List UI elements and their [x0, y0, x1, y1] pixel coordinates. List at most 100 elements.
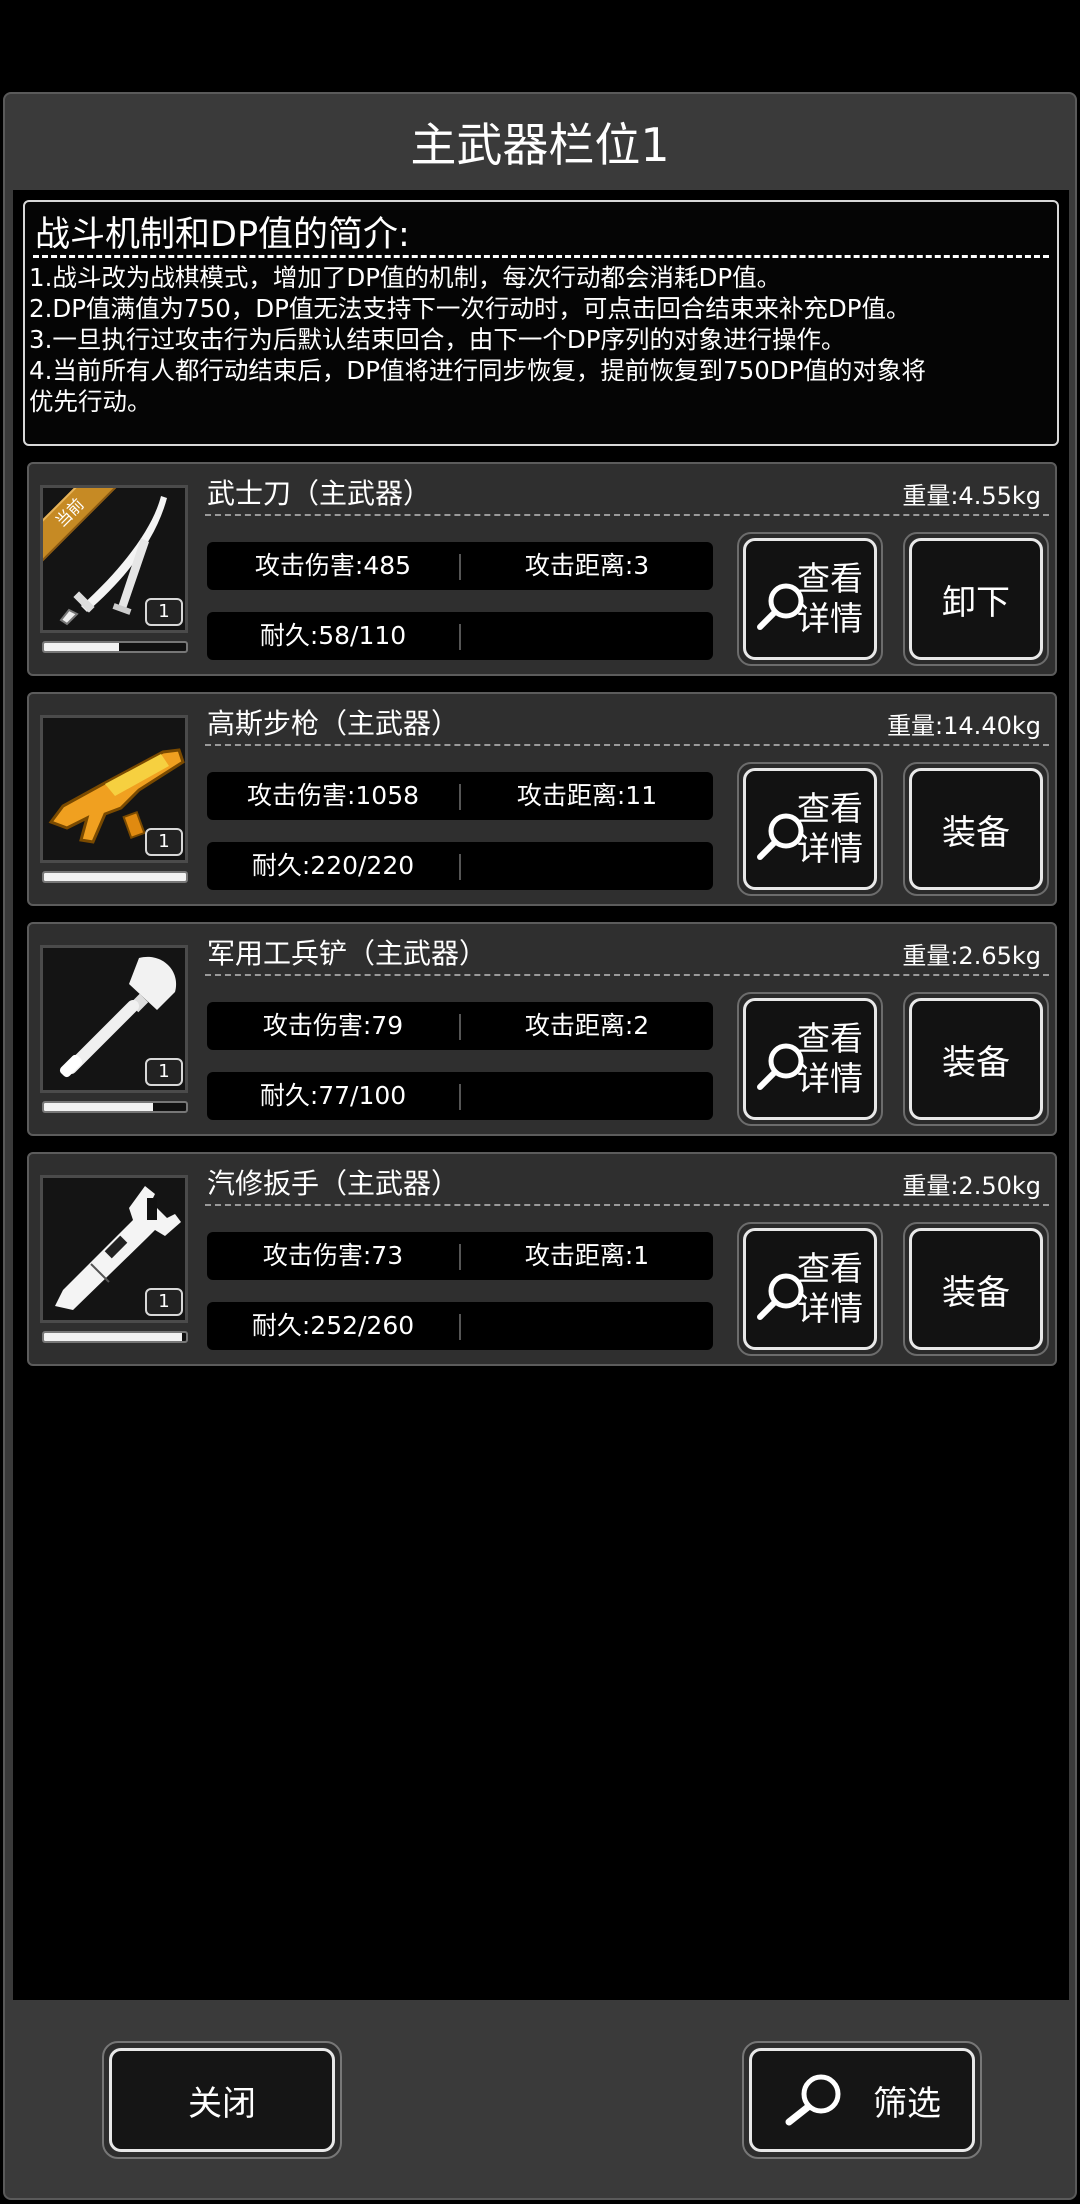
- panel-content: 战斗机制和DP值的简介: 1.战斗改为战棋模式，增加了DP值的机制，每次行动都会…: [13, 190, 1069, 2000]
- attack-range: 攻击距离:3: [524, 551, 650, 580]
- attack-damage: 攻击伤害:1058: [246, 781, 420, 810]
- view-details-button[interactable]: 查看 详情: [737, 762, 883, 896]
- attack-range: 攻击距离:11: [516, 781, 658, 810]
- quantity-badge: 1: [145, 1058, 183, 1086]
- weapon-thumbnail[interactable]: 1: [40, 1175, 188, 1323]
- durability-bar: [42, 641, 188, 653]
- stat-separator: [459, 854, 461, 880]
- weapon-name: 汽修扳手（主武器）: [207, 1167, 460, 1200]
- weapon-weight: 重量:2.65kg: [902, 942, 1041, 970]
- weapon-divider: [205, 744, 1049, 746]
- equip-inner[interactable]: 装备: [909, 768, 1043, 890]
- durability-bar: [42, 1331, 188, 1343]
- durability-value: 耐久:252/260: [251, 1311, 415, 1340]
- magnifier-icon: [757, 1043, 804, 1090]
- weapon-card: 1 高斯步枪（主武器） 重量:14.40kg 攻击伤害:1058 攻击距离:11…: [27, 692, 1057, 906]
- equip-button[interactable]: 装备: [903, 762, 1049, 896]
- stat-row-durability: 耐久:252/260: [207, 1302, 713, 1350]
- weapon-thumbnail[interactable]: 1: [40, 715, 188, 863]
- view-details-label-line1: 查看: [797, 1019, 863, 1058]
- view-details-inner[interactable]: 查看 详情: [743, 538, 877, 660]
- weapon-name: 高斯步枪（主武器）: [207, 707, 460, 740]
- info-heading: 战斗机制和DP值的简介:: [35, 215, 410, 255]
- weapon-divider: [205, 514, 1049, 516]
- magnifier-icon: [785, 2074, 841, 2126]
- weapon-slot-panel: 主武器栏位1 战斗机制和DP值的简介: 1.战斗改为战棋模式，增加了DP值的机制…: [3, 92, 1077, 2200]
- view-details-inner[interactable]: 查看 详情: [743, 1228, 877, 1350]
- view-details-label: 查看 详情: [797, 1249, 863, 1329]
- view-details-button[interactable]: 查看 详情: [737, 992, 883, 1126]
- weapon-card: 1 军用工兵铲（主武器） 重量:2.65kg 攻击伤害:79 攻击距离:2 耐久…: [27, 922, 1057, 1136]
- magnifier-icon: [757, 583, 804, 630]
- durability-fill: [44, 1333, 182, 1341]
- filter-button-inner[interactable]: 筛选: [749, 2048, 975, 2152]
- attack-damage: 攻击伤害:73: [262, 1241, 404, 1270]
- close-label: 关闭: [188, 2083, 256, 2124]
- durability-bar: [42, 1101, 188, 1113]
- view-details-button[interactable]: 查看 详情: [737, 532, 883, 666]
- weapon-list[interactable]: 当前 1 武士刀（主武器） 重量:4.55kg 攻击伤害:485 攻击距离:3 …: [13, 460, 1069, 2000]
- stat-separator: [459, 1084, 461, 1110]
- weapon-weight: 重量:14.40kg: [887, 712, 1041, 740]
- info-line: 1.战斗改为战棋模式，增加了DP值的机制，每次行动都会消耗DP值。: [29, 263, 782, 292]
- view-details-label: 查看 详情: [797, 559, 863, 639]
- magnifier-icon: [757, 813, 804, 860]
- view-details-inner[interactable]: 查看 详情: [743, 768, 877, 890]
- weapon-weight: 重量:2.50kg: [902, 1172, 1041, 1200]
- filter-label: 筛选: [873, 2083, 941, 2124]
- view-details-label-line2: 详情: [797, 1059, 863, 1098]
- weapon-thumbnail[interactable]: 1: [40, 945, 188, 1093]
- durability-fill: [44, 643, 119, 651]
- stat-row-attack: 攻击伤害:79 攻击距离:2: [207, 1002, 713, 1050]
- info-line: 优先行动。: [29, 387, 152, 416]
- unequip-label: 卸下: [942, 582, 1010, 623]
- view-details-label-line1: 查看: [797, 789, 863, 828]
- quantity-badge: 1: [145, 598, 183, 626]
- stat-row-attack: 攻击伤害:73 攻击距离:1: [207, 1232, 713, 1280]
- weapon-thumbnail[interactable]: 当前 1: [40, 485, 188, 633]
- stat-row-attack: 攻击伤害:485 攻击距离:3: [207, 542, 713, 590]
- close-button-inner[interactable]: 关闭: [109, 2048, 335, 2152]
- quantity-badge: 1: [145, 828, 183, 856]
- attack-damage: 攻击伤害:79: [262, 1011, 404, 1040]
- close-button[interactable]: 关闭: [102, 2041, 342, 2159]
- unequip-button[interactable]: 卸下: [903, 532, 1049, 666]
- attack-range: 攻击距离:1: [524, 1241, 650, 1270]
- weapon-name: 武士刀（主武器）: [207, 477, 432, 510]
- info-box: 战斗机制和DP值的简介: 1.战斗改为战棋模式，增加了DP值的机制，每次行动都会…: [23, 200, 1059, 446]
- equip-inner[interactable]: 装备: [909, 1228, 1043, 1350]
- equip-inner[interactable]: 装备: [909, 998, 1043, 1120]
- equip-button[interactable]: 装备: [903, 1222, 1049, 1356]
- magnifier-icon: [757, 1273, 804, 1320]
- durability-bar: [42, 871, 188, 883]
- stat-row-durability: 耐久:58/110: [207, 612, 713, 660]
- view-details-label-line2: 详情: [797, 1289, 863, 1328]
- attack-damage: 攻击伤害:485: [254, 551, 412, 580]
- weapon-divider: [205, 974, 1049, 976]
- unequip-inner[interactable]: 卸下: [909, 538, 1043, 660]
- panel-title: 主武器栏位1: [410, 118, 670, 172]
- durability-fill: [44, 873, 186, 881]
- view-details-label: 查看 详情: [797, 1019, 863, 1099]
- view-details-button[interactable]: 查看 详情: [737, 1222, 883, 1356]
- stat-row-attack: 攻击伤害:1058 攻击距离:11: [207, 772, 713, 820]
- weapon-weight: 重量:4.55kg: [902, 482, 1041, 510]
- equip-label: 装备: [942, 1272, 1010, 1313]
- filter-button[interactable]: 筛选: [742, 2041, 982, 2159]
- view-details-label: 查看 详情: [797, 789, 863, 869]
- info-line: 2.DP值满值为750，DP值无法支持下一次行动时，可点击回合结束来补充DP值。: [29, 294, 911, 323]
- info-line: 4.当前所有人都行动结束后，DP值将进行同步恢复，提前恢复到750DP值的对象将: [29, 356, 926, 385]
- view-details-label-line1: 查看: [797, 559, 863, 598]
- stat-row-durability: 耐久:220/220: [207, 842, 713, 890]
- weapon-card: 当前 1 武士刀（主武器） 重量:4.55kg 攻击伤害:485 攻击距离:3 …: [27, 462, 1057, 676]
- attack-range: 攻击距离:2: [524, 1011, 650, 1040]
- info-lines: 1.战斗改为战棋模式，增加了DP值的机制，每次行动都会消耗DP值。 2.DP值满…: [29, 262, 1049, 417]
- durability-value: 耐久:220/220: [251, 851, 415, 880]
- stat-row-durability: 耐久:77/100: [207, 1072, 713, 1120]
- view-details-label-line2: 详情: [797, 599, 863, 638]
- equip-button[interactable]: 装备: [903, 992, 1049, 1126]
- weapon-divider: [205, 1204, 1049, 1206]
- equip-label: 装备: [942, 1042, 1010, 1083]
- view-details-label-line2: 详情: [797, 829, 863, 868]
- view-details-inner[interactable]: 查看 详情: [743, 998, 877, 1120]
